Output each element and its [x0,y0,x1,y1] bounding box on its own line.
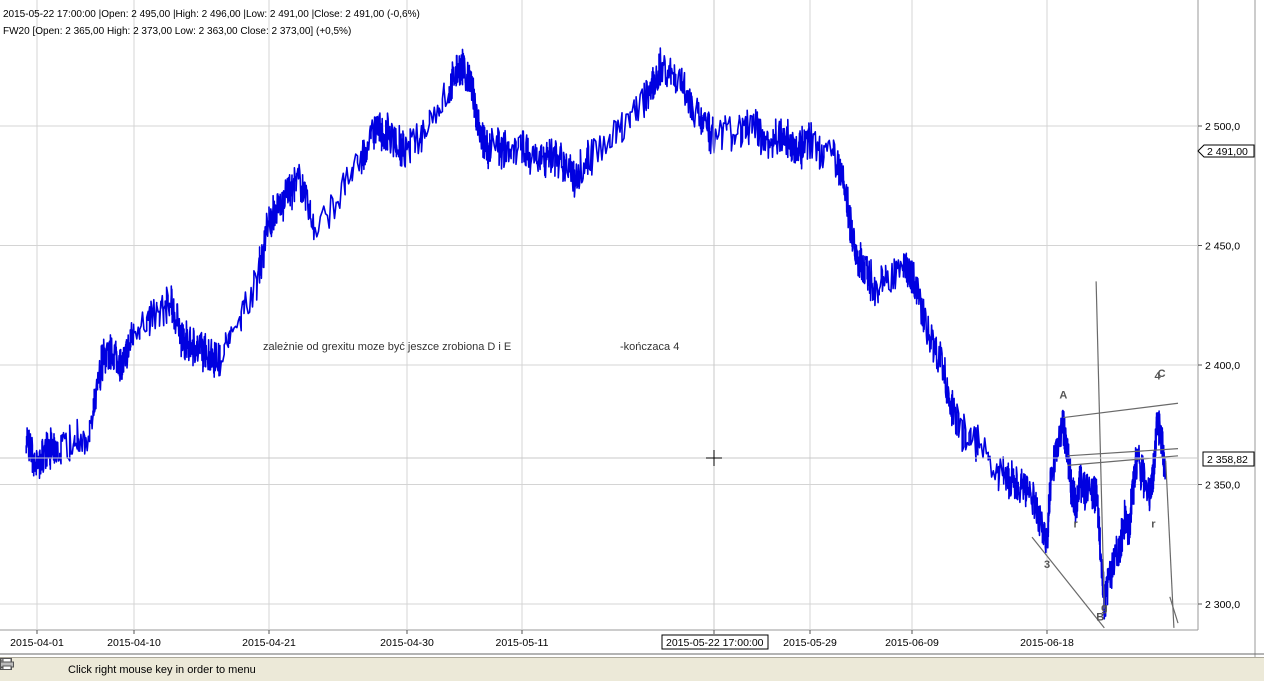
x-tick-label: 2015-04-01 [10,637,64,649]
last-price-marker: 2 491,00 [1197,144,1255,158]
y-tick-label: 2 400,0 [1205,360,1240,372]
price-chart[interactable]: 2 300,0 2 350,0 2 400,0 2 450,0 2 500,0 2015… [0,0,1264,657]
cursor-date-marker: 2015-05-22 17:00:00 [661,634,769,650]
cursor-date-label: 2015-05-22 17:00:00 [666,637,764,649]
status-bar: Click right mouse key in order to menu [0,657,1264,681]
settings-icon[interactable] [0,659,40,678]
last-price-label: 2 491,00 [1207,146,1248,158]
x-tick-label: 2015-04-10 [107,637,161,649]
status-hint: Click right mouse key in order to menu [68,663,256,676]
print-icon[interactable] [0,658,60,678]
wave-label: C [1158,368,1166,380]
y-tick-label: 2 450,0 [1205,241,1240,253]
wave-label: r [1151,519,1156,531]
x-tick-label: 2015-04-30 [380,637,434,649]
x-tick-label: 2015-05-29 [783,637,837,649]
cursor-price-label: 2 358,82 [1207,454,1248,466]
y-tick-label: 2 350,0 [1205,480,1240,492]
y-tick-label: 2 500,0 [1205,121,1240,133]
wave-label: A [1059,389,1067,401]
header-instrument-line: FW20 [Open: 2 365,00 High: 2 373,00 Low:… [3,26,351,37]
annotation-ending: -kończaca 4 [620,341,679,353]
wave-label: g [1101,602,1108,614]
chart-area[interactable]: 2 300,0 2 350,0 2 400,0 2 450,0 2 500,0 2015… [0,0,1264,681]
annotation-grexit: zależnie od grexitu moze być jeszce zrob… [263,341,511,353]
x-tick-label: 2015-06-18 [1020,637,1074,649]
y-tick-label: 2 300,0 [1205,599,1240,611]
cursor-price-marker: 2 358,82 [1202,451,1255,467]
header-ohlc-line: 2015-05-22 17:00:00 |Open: 2 495,00 |Hig… [3,9,420,20]
wave-label: 3 [1044,559,1050,571]
x-tick-label: 2015-05-11 [496,637,549,649]
wave-label: r [1074,519,1079,531]
x-tick-label: 2015-04-21 [242,637,296,649]
x-tick-label: 2015-06-09 [885,637,939,649]
